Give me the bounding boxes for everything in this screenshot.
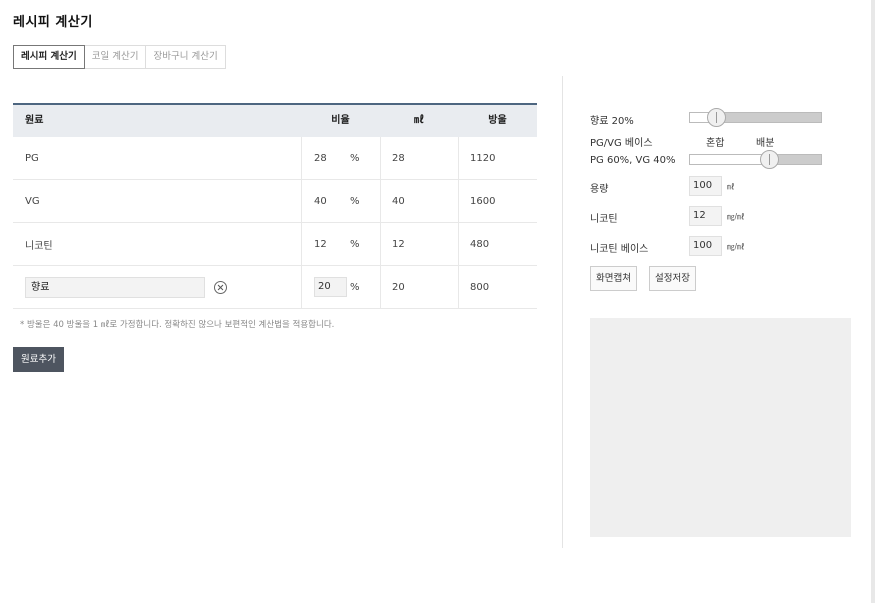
flavor-slider-track xyxy=(716,113,821,122)
ingredient-name-input[interactable]: 향료 xyxy=(25,276,205,298)
drops-value: 1600 xyxy=(458,180,537,222)
remove-icon[interactable] xyxy=(214,280,227,294)
table-row: 니코틴 12% 12 480 xyxy=(13,223,537,266)
table-header: 원료 비율 ㎖ 방울 xyxy=(13,103,537,137)
base-mix-option[interactable]: 혼합 xyxy=(706,134,724,149)
base-ratio-slider-thumb[interactable] xyxy=(759,150,779,169)
flavor-slider[interactable] xyxy=(689,108,822,127)
ingredient-name: VG xyxy=(25,195,40,207)
tab-recipe-calculator[interactable]: 레시피 계산기 xyxy=(13,45,85,69)
tab-cart-calculator[interactable]: 장바구니 계산기 xyxy=(146,45,226,69)
ml-value: 12 xyxy=(380,223,458,265)
calculator-tabs: 레시피 계산기 코일 계산기 장바구니 계산기 xyxy=(13,45,226,69)
percent-sign: % xyxy=(350,238,360,250)
capture-preview-area xyxy=(590,318,851,537)
ratio-value: 40 xyxy=(314,195,327,207)
page-title: 레시피 계산기 xyxy=(13,15,93,30)
ratio-value: 12 xyxy=(314,238,327,250)
nicotine-input[interactable]: 12 xyxy=(689,206,722,226)
nicotine-unit: ㎎/㎖ xyxy=(727,212,745,221)
table-row: 향료 20 % 20 800 xyxy=(13,266,537,309)
ml-value: 28 xyxy=(380,137,458,179)
ratio-value: 28 xyxy=(314,152,327,164)
window-edge xyxy=(871,0,875,603)
flavor-slider-thumb[interactable] xyxy=(707,108,727,127)
ml-value: 40 xyxy=(380,180,458,222)
ingredient-table: 원료 비율 ㎖ 방울 PG 28% 28 1120 VG 40% 40 1600… xyxy=(13,103,537,309)
drops-value: 800 xyxy=(458,266,537,308)
header-ingredient: 원료 xyxy=(25,115,44,126)
ratio-cell: 20 % xyxy=(301,266,380,308)
drops-value: 1120 xyxy=(458,137,537,179)
screen-capture-button[interactable]: 화면캡쳐 xyxy=(590,266,637,291)
table-row: PG 28% 28 1120 xyxy=(13,137,537,180)
tab-coil-calculator[interactable]: 코일 계산기 xyxy=(84,45,147,69)
nicotine-base-unit: ㎎/㎖ xyxy=(727,242,745,251)
volume-label: 용량 xyxy=(590,184,609,195)
nicotine-base-input[interactable]: 100 xyxy=(689,236,722,256)
table-row: VG 40% 40 1600 xyxy=(13,180,537,223)
ratio-cell: 12% xyxy=(301,223,380,265)
ratio-cell: 40% xyxy=(301,180,380,222)
ratio-cell: 28% xyxy=(301,137,380,179)
panel-divider xyxy=(562,76,563,548)
percent-sign: % xyxy=(350,281,360,293)
nicotine-label: 니코틴 xyxy=(590,214,618,225)
ingredient-name: PG xyxy=(25,152,39,164)
drops-note: * 방울은 40 방울을 1 ㎖로 가정합니다. 정확하진 않으나 보편적인 계… xyxy=(20,320,335,330)
volume-input[interactable]: 100 xyxy=(689,176,722,196)
drops-value: 480 xyxy=(458,223,537,265)
header-drops: 방울 xyxy=(488,115,507,126)
base-label: PG/VG 베이스 xyxy=(590,138,653,149)
ratio-input[interactable]: 20 xyxy=(314,277,347,297)
ingredient-name: 니코틴 xyxy=(25,240,53,252)
header-ml: ㎖ xyxy=(414,115,424,126)
volume-unit: ㎖ xyxy=(727,182,735,191)
percent-sign: % xyxy=(350,152,360,164)
ingredient-name-cell: 향료 xyxy=(13,266,301,308)
flavor-label: 향료 20% xyxy=(590,116,634,127)
add-ingredient-button[interactable]: 원료추가 xyxy=(13,347,64,372)
base-split-option[interactable]: 배분 xyxy=(756,134,774,149)
nicotine-base-label: 니코틴 베이스 xyxy=(590,244,649,255)
save-settings-button[interactable]: 설정저장 xyxy=(649,266,696,291)
base-ratio-label: PG 60%, VG 40% xyxy=(590,155,676,166)
base-ratio-slider[interactable] xyxy=(689,150,822,169)
ml-value: 20 xyxy=(380,266,458,308)
percent-sign: % xyxy=(350,195,360,207)
header-ratio: 비율 xyxy=(331,115,350,126)
